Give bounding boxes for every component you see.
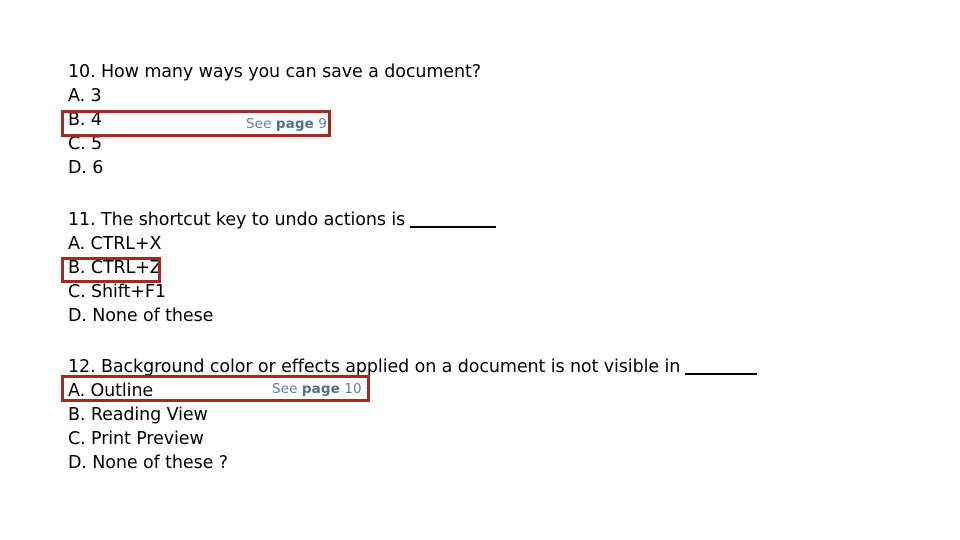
question-block-12: 12. Background color or effects applied … — [68, 355, 758, 475]
question-11-blank — [410, 213, 497, 228]
question-11-option-d[interactable]: D. None of these — [68, 304, 496, 328]
see-page-10-prefix: See — [272, 381, 302, 397]
answer-highlight-question-11 — [61, 257, 161, 283]
question-11-stem-text: 11. The shortcut key to undo actions is — [68, 210, 406, 230]
question-11-option-a[interactable]: A. CTRL+X — [68, 232, 496, 256]
question-11-option-c[interactable]: C. Shift+F1 — [68, 280, 496, 304]
see-page-reference-9[interactable]: See page 9 — [246, 116, 327, 132]
see-page-reference-10[interactable]: See page 10 — [272, 381, 362, 397]
see-page-9-strong: page — [275, 116, 314, 132]
question-12-option-b[interactable]: B. Reading View — [68, 403, 757, 427]
question-12-option-d[interactable]: D. None of these ? — [68, 451, 757, 475]
question-10-stem: 10. How many ways you can save a documen… — [68, 62, 481, 82]
question-11-stem: 11. The shortcut key to undo actions is — [68, 208, 497, 232]
see-page-9-suffix: 9 — [313, 116, 327, 132]
question-10-option-a[interactable]: A. 3 — [68, 84, 481, 108]
question-12-option-c[interactable]: C. Print Preview — [68, 427, 757, 451]
question-12-blank — [685, 360, 758, 375]
see-page-10-suffix: 10 — [339, 381, 362, 397]
see-page-10-strong: page — [301, 381, 340, 397]
question-10-option-d[interactable]: D. 6 — [68, 156, 481, 180]
see-page-9-prefix: See — [246, 116, 276, 132]
slide-canvas: 10. How many ways you can save a documen… — [0, 0, 960, 540]
